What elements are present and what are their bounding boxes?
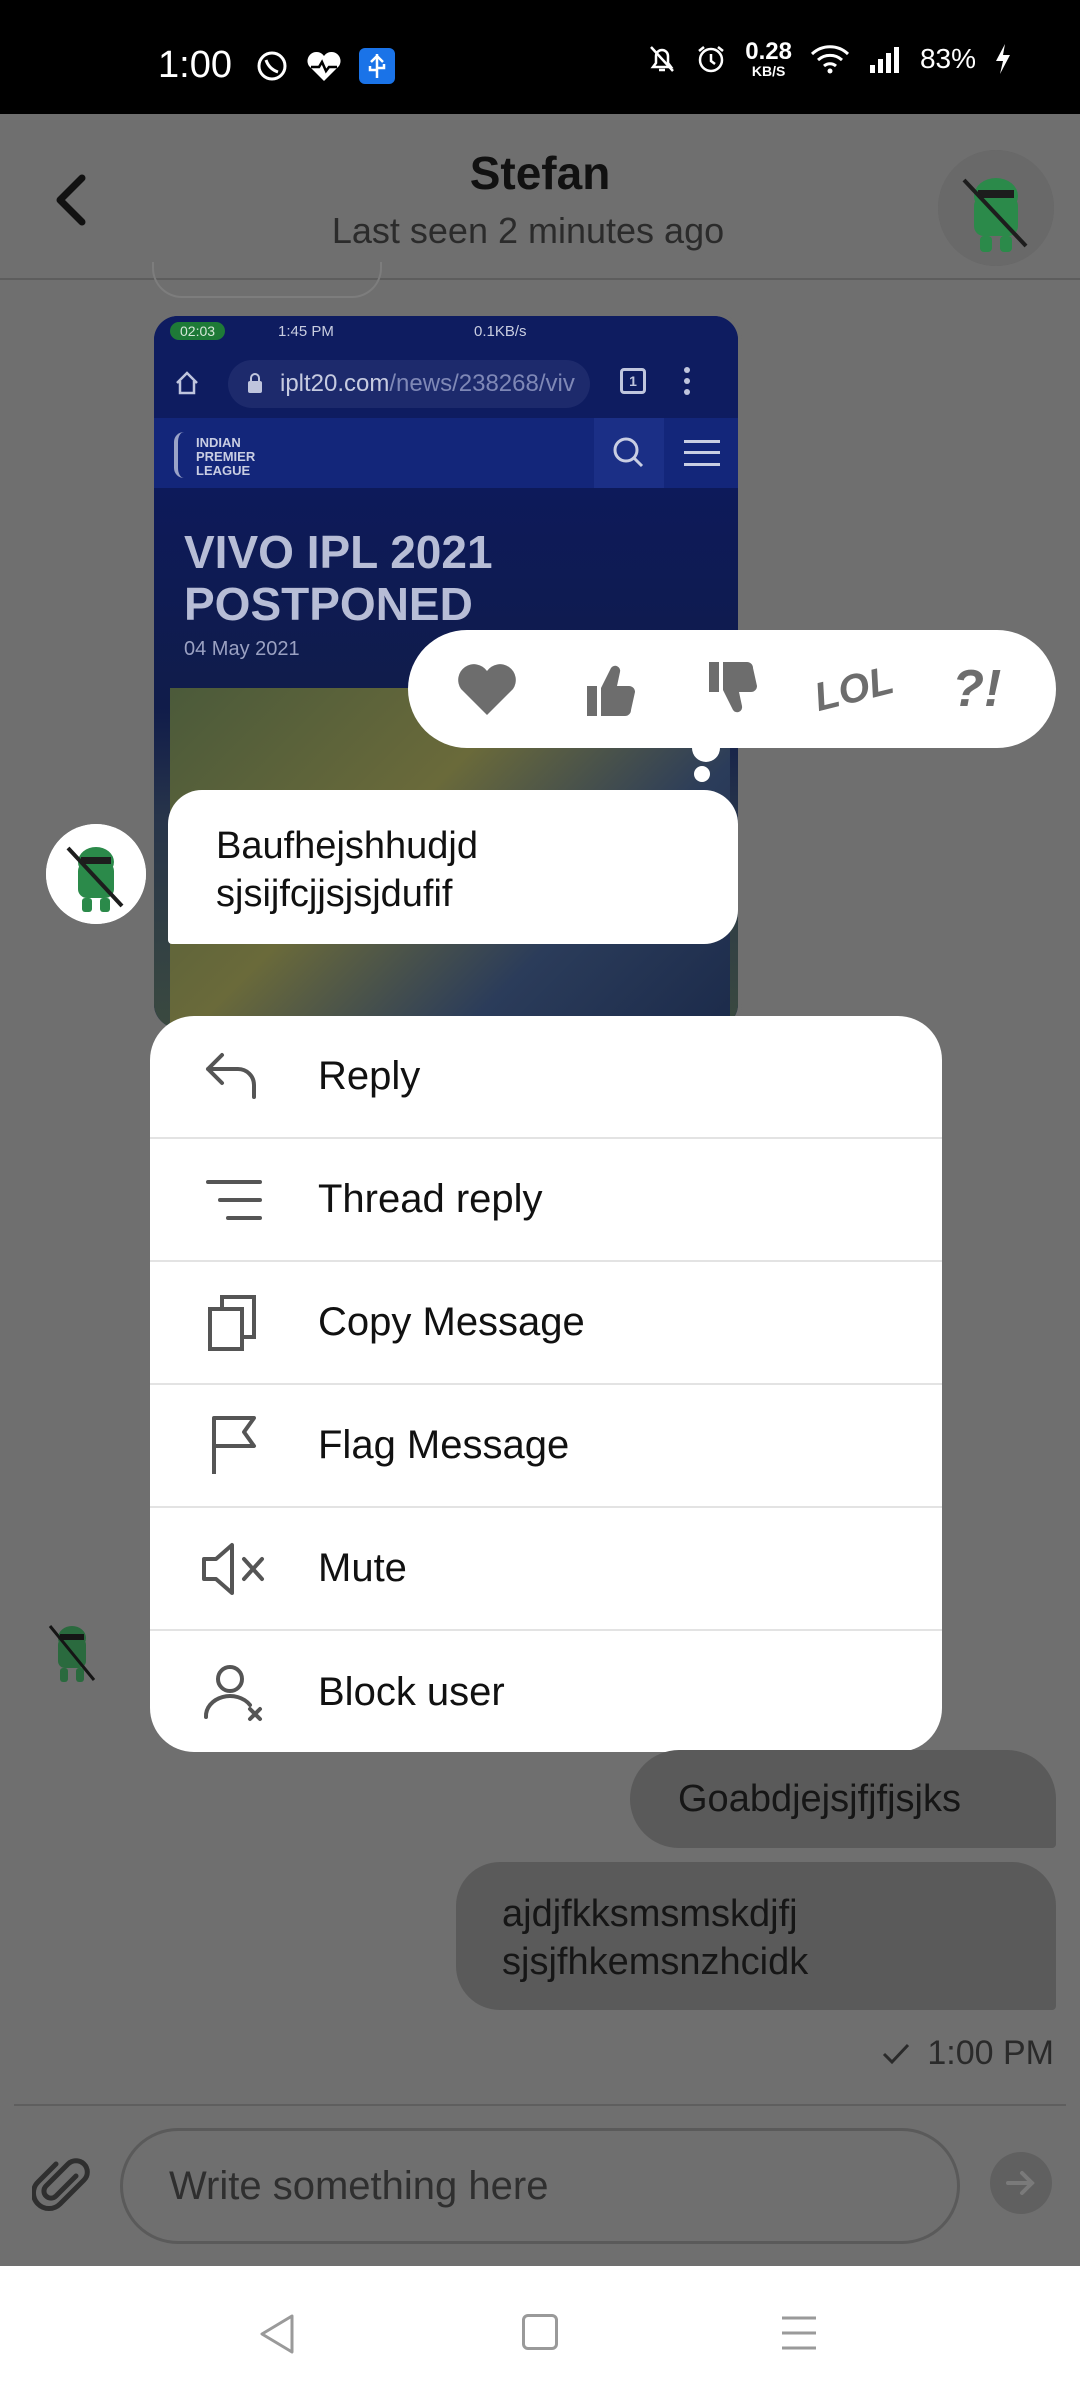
thumbs-down-icon[interactable] <box>696 653 768 725</box>
net-speed: 0.28 KB/S <box>745 38 792 79</box>
image-url: iplt20.com/news/238268/viv <box>228 360 590 408</box>
notification-icons <box>255 48 395 84</box>
ipl-logo: INDIAN PREMIER LEAGUE <box>170 426 300 482</box>
menu-item-label: Copy Message <box>318 1300 585 1344</box>
reaction-bar-tail-dot <box>694 766 710 782</box>
android-avatar-icon <box>46 824 146 924</box>
nav-home-icon[interactable] <box>522 2314 558 2350</box>
tabs-count: 1 <box>620 368 646 394</box>
contact-name: Stefan <box>469 147 611 199</box>
menu-item-label: Mute <box>318 1546 407 1590</box>
menu-item-copy-message[interactable]: Copy Message <box>150 1262 942 1385</box>
lol-reaction[interactable]: LOL <box>810 645 898 732</box>
status-bar: 1:00 0.28 KB/S 83% <box>0 0 1080 114</box>
image-time: 1:45 PM <box>278 323 334 340</box>
message-line: Baufhejshhudjd <box>216 825 478 867</box>
hamburger-icon <box>684 440 720 466</box>
contact-avatar[interactable] <box>938 150 1054 266</box>
reply-icon <box>206 1052 256 1099</box>
reaction-bar: LOL ?! <box>408 630 1056 748</box>
image-call-badge: 02:03 <box>170 322 226 340</box>
message-input[interactable]: Write something here <box>120 2128 960 2244</box>
image-status-bar: 02:03 1:45 PM 0.1KB/s <box>154 316 738 348</box>
battery-level: 83% <box>919 43 976 74</box>
usb-debug-icon <box>359 48 395 84</box>
image-site-nav: INDIAN PREMIER LEAGUE <box>154 418 738 488</box>
status-right: 0.28 KB/S 83% <box>647 40 1012 78</box>
reaction-bar-tail <box>692 734 720 762</box>
block-user-icon <box>203 1664 262 1721</box>
check-icon <box>883 2043 910 2064</box>
image-headline: VIVO IPL 2021 POSTPONED <box>184 526 493 630</box>
charging-icon <box>996 44 1010 74</box>
menu-item-mute[interactable]: Mute <box>150 1508 942 1631</box>
mute-icon <box>202 1542 264 1595</box>
sender-avatar-2[interactable] <box>36 1612 106 1692</box>
dnd-off-icon <box>650 46 675 72</box>
message-context-menu: Reply Thread reply Copy Message Flag Mes… <box>150 1016 942 1752</box>
android-avatar-icon <box>48 1625 96 1682</box>
nav-recents-icon[interactable] <box>780 2314 818 2352</box>
wifi-icon <box>810 45 849 74</box>
search-icon <box>613 437 644 468</box>
attachment-icon[interactable] <box>32 2154 92 2214</box>
menu-item-label: Reply <box>318 1054 421 1098</box>
thumbs-up-icon[interactable] <box>574 653 646 725</box>
heart-health-icon <box>307 51 341 81</box>
outgoing-message[interactable]: Goabdjejsjfjfjsjks <box>630 1750 1056 1848</box>
message-line: sjsjfhkemsnzhcidk <box>502 1941 809 1983</box>
system-nav-bar <box>0 2266 1080 2400</box>
whatsapp-icon <box>257 51 287 81</box>
thread-reply-icon <box>206 1179 262 1220</box>
copy-icon <box>208 1294 256 1351</box>
message-line: ajdjfkksmsmskdjfj <box>502 1893 798 1935</box>
send-button[interactable] <box>990 2152 1052 2214</box>
menu-item-flag-message[interactable]: Flag Message <box>150 1385 942 1508</box>
previous-message-tail <box>152 262 382 298</box>
menu-item-label: Flag Message <box>318 1423 570 1467</box>
menu-item-thread-reply[interactable]: Thread reply <box>150 1139 942 1262</box>
flag-icon <box>212 1415 256 1474</box>
nav-back-icon[interactable] <box>258 2312 298 2356</box>
menu-item-block-user[interactable]: Block user <box>150 1631 942 1752</box>
menu-item-label: Block user <box>318 1670 505 1714</box>
composer-divider <box>14 2104 1066 2106</box>
last-seen: Last seen 2 minutes ago <box>331 210 725 251</box>
chat-header: Stefan Last seen 2 minutes ago <box>0 114 1080 280</box>
menu-item-label: Thread reply <box>318 1177 543 1221</box>
outgoing-message[interactable]: ajdjfkksmsmskdjfj sjsjfhkemsnzhcidk <box>456 1862 1056 2010</box>
kebab-icon <box>684 367 690 395</box>
image-search-box <box>594 418 664 488</box>
home-icon <box>176 371 198 395</box>
image-rate: 0.1KB/s <box>474 323 527 340</box>
lock-icon <box>248 373 262 393</box>
signal-icon <box>869 47 899 73</box>
android-avatar-icon <box>938 150 1054 266</box>
image-url-bar: iplt20.com/news/238268/viv 1 <box>154 348 738 418</box>
sender-avatar[interactable] <box>46 824 146 924</box>
image-date: 04 May 2021 <box>184 638 300 660</box>
alarm-icon <box>698 46 725 73</box>
selected-message-bubble[interactable]: Baufhejshhudjd sjsijfcjjsjsjdufif <box>168 790 738 944</box>
status-time: 1:00 <box>158 44 232 86</box>
image-hero: VIVO IPL 2021 POSTPONED 04 May 2021 <box>154 488 738 1028</box>
send-arrow-icon <box>1006 2171 1035 2195</box>
message-line: sjsijfcjjsjsjdufif <box>216 873 453 915</box>
heart-icon[interactable] <box>451 653 523 725</box>
wow-reaction[interactable]: ?! <box>941 653 1013 725</box>
message-timestamp: 1:00 PM <box>881 2034 1054 2073</box>
menu-item-reply[interactable]: Reply <box>150 1016 942 1139</box>
